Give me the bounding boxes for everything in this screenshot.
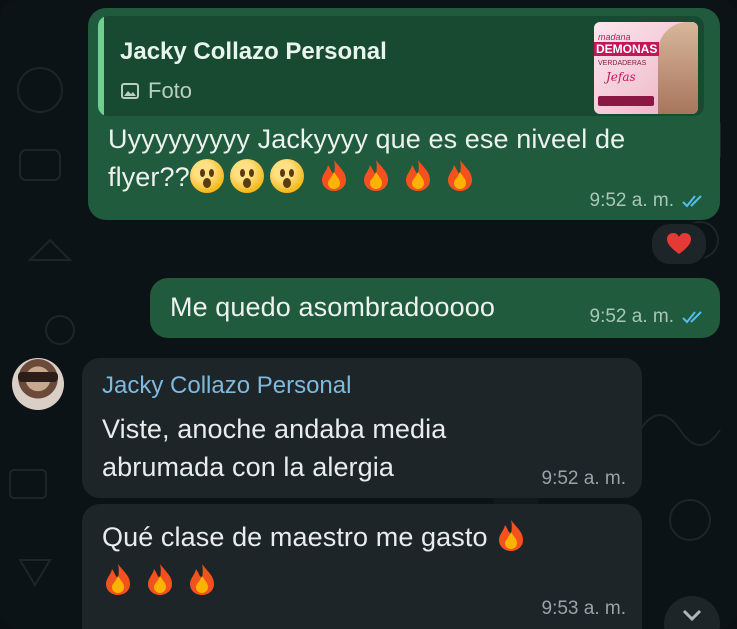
quoted-media-type: Foto <box>120 78 192 104</box>
message-line-1: Uyyyyyyyyy Jackyyyy que es ese niveel de <box>108 124 626 154</box>
double-check-icon <box>682 195 702 208</box>
message-text: Me quedo asombradooooo <box>170 292 495 322</box>
message-line-1: Qué clase de maestro me gasto <box>102 518 622 556</box>
message-time-text: 9:52 a. m. <box>589 306 675 327</box>
quoted-message[interactable]: Jacky Collazo Personal Foto madana DEMON… <box>98 16 704 116</box>
message-line-2-text: flyer?? <box>108 162 190 192</box>
fire-emoji <box>321 160 346 191</box>
chevron-down-icon <box>682 609 702 622</box>
thumbnail-person <box>658 22 698 114</box>
photo-icon <box>121 83 139 99</box>
message-reaction[interactable] <box>650 222 708 266</box>
incoming-message[interactable]: Jacky Collazo Personal Viste, anoche and… <box>82 358 642 498</box>
outgoing-message-reply[interactable]: Jacky Collazo Personal Foto madana DEMON… <box>88 8 720 220</box>
message-time: 9:53 a. m. <box>541 598 627 619</box>
thumbnail-line4: Jefas <box>606 70 636 84</box>
fire-emoji <box>106 564 130 595</box>
message-time: 9:52 a. m. <box>590 306 707 328</box>
outgoing-message[interactable]: Me quedo asombradooooo 9:52 a. m. <box>150 278 720 338</box>
fire-emoji <box>148 564 172 595</box>
fire-emoji <box>499 520 524 551</box>
message-line-2: abrumada con la alergia <box>102 452 394 482</box>
fire-emoji <box>447 160 472 191</box>
message-text: Qué clase de maestro me gasto <box>102 518 622 600</box>
message-text: Viste, anoche andaba media abrumada con … <box>102 410 446 486</box>
fire-emoji <box>190 564 214 595</box>
message-time: 9:52 a. m. <box>590 190 707 212</box>
astonished-emoji <box>269 159 304 193</box>
quoted-type-label: Foto <box>148 78 193 103</box>
quoted-photo-thumbnail[interactable]: madana DEMONAS VERDADERAS Jefas <box>594 22 698 114</box>
fire-emoji <box>363 160 388 191</box>
red-heart-icon <box>667 233 691 254</box>
double-check-icon <box>682 311 702 324</box>
thumbnail-line1: madana <box>598 32 631 42</box>
chat-screen: Jacky Collazo Personal Foto madana DEMON… <box>0 0 737 629</box>
avatar-sunglasses <box>18 372 58 382</box>
message-line-1: Viste, anoche andaba media <box>102 414 447 444</box>
message-time-text: 9:52 a. m. <box>589 190 675 211</box>
thumbnail-footer-bar <box>598 96 654 106</box>
astonished-emoji <box>229 159 264 193</box>
sender-name[interactable]: Jacky Collazo Personal <box>102 372 351 400</box>
incoming-message[interactable]: Qué clase de maestro me gasto 9:53 a. m. <box>82 504 642 629</box>
astonished-emoji <box>189 159 224 193</box>
message-time: 9:52 a. m. <box>541 468 627 489</box>
message-line-2 <box>102 562 622 600</box>
thumbnail-line2: DEMONAS <box>594 42 660 56</box>
message-text: Uyyyyyyyyy Jackyyyy que es ese niveel de… <box>108 120 708 196</box>
quoted-sender-name: Jacky Collazo Personal <box>120 38 387 65</box>
thumbnail-line3: VERDADERAS <box>598 60 647 67</box>
quote-accent-bar <box>98 16 104 116</box>
message-line-1-text: Qué clase de maestro me gasto <box>102 522 488 552</box>
sender-avatar[interactable] <box>12 358 64 410</box>
fire-emoji <box>405 160 430 191</box>
